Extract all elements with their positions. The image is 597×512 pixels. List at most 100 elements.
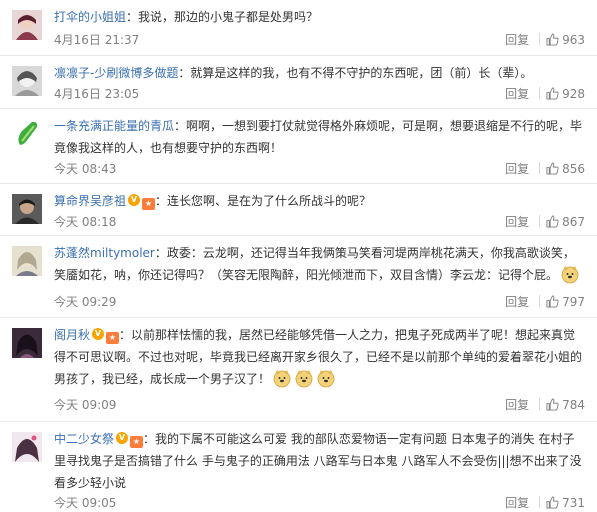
reply-button[interactable]: 回复 (505, 213, 529, 231)
thumbs-up-icon (546, 162, 559, 175)
comment-meta: 今天 09:29 回复 797 (54, 293, 585, 311)
colon-separator: ： (143, 432, 156, 446)
comment-body: 阁月秋 V ★ ：以前那样怯懦的我，居然已经能够凭借一人之力，把鬼子死成两半了呢！想起… (54, 324, 585, 390)
vip-badge[interactable]: V (116, 432, 129, 444)
like-count: 856 (562, 162, 585, 176)
comment-actions: 回复 731 (505, 494, 585, 512)
comment-meta: 今天 09:09 回复 784 (54, 396, 585, 414)
action-divider (539, 496, 541, 508)
action-divider (539, 87, 541, 99)
like-button[interactable]: 731 (546, 496, 585, 510)
comment-item: 打伞的小姐姐：我说，那边的小鬼子都是处男吗？ 4月16日 21:37 回复 963 (0, 0, 597, 56)
avatar[interactable] (12, 432, 42, 462)
thumbs-up-icon (546, 33, 559, 46)
comment-body: 一条充满正能量的青瓜：啊啊，一想到要打仗就觉得格外麻烦呢，可是啊，想要退缩是不行… (54, 115, 585, 159)
comment-item: 算命界吴彦祖 V ★ ：连长您啊、是在为了什么所战斗的呢？ 今天 08:18 回复 86… (0, 184, 597, 236)
reply-button[interactable]: 回复 (505, 396, 529, 414)
comment-list: 打伞的小姐姐：我说，那边的小鬼子都是处男吗？ 4月16日 21:37 回复 963… (0, 0, 597, 510)
action-divider (539, 33, 541, 45)
comment-time: 今天 08:43 (54, 162, 117, 176)
comment-item: 阁月秋 V ★ ：以前那样怯懦的我，居然已经能够凭借一人之力，把鬼子死成两半了呢！想起… (0, 318, 597, 422)
colon-separator: ： (154, 246, 167, 260)
like-count: 731 (562, 496, 585, 510)
comment-text: 连长您啊、是在为了什么所战斗的呢？ (167, 194, 372, 208)
comment-meta: 4月16日 21:37 回复 963 (54, 31, 585, 49)
thumbs-up-icon (546, 496, 559, 509)
doge-emoji-icon (295, 370, 313, 388)
comment-actions: 回复 784 (505, 396, 585, 414)
level-badge[interactable]: ★ (130, 436, 144, 448)
like-count: 784 (562, 398, 585, 412)
level-badge[interactable]: ★ (106, 332, 120, 344)
comment-body: 苏蓬然miltymoler：政委：云龙啊，还记得当年我俩策马笑看河堤两岸桃花满天… (54, 242, 585, 286)
reply-button[interactable]: 回复 (505, 494, 529, 512)
comment-item: 一条充满正能量的青瓜：啊啊，一想到要打仗就觉得格外麻烦呢，可是啊，想要退缩是不行… (0, 109, 597, 184)
comment-item: 苏蓬然miltymoler：政委：云龙啊，还记得当年我俩策马笑看河堤两岸桃花满天… (0, 236, 597, 318)
like-count: 867 (562, 215, 585, 229)
colon-separator: ： (126, 10, 139, 24)
colon-separator: ： (119, 328, 132, 342)
avatar[interactable] (12, 194, 42, 224)
like-button[interactable]: 867 (546, 215, 585, 229)
comment-meta: 今天 08:43 回复 856 (54, 160, 585, 178)
comment-actions: 回复 856 (505, 160, 585, 178)
colon-separator: ： (155, 194, 168, 208)
comment-actions: 回复 963 (505, 31, 585, 49)
reply-button[interactable]: 回复 (505, 293, 529, 311)
comment-item: 中二少女祭 V ★ ：我的下属不可能这么可爱 我的部队恋爱物语一定有问题 日本鬼子的消… (0, 422, 597, 510)
thumbs-up-icon (546, 215, 559, 228)
thumbs-up-icon (546, 87, 559, 100)
username-link[interactable]: 一条充满正能量的青瓜 (54, 119, 174, 133)
reply-button[interactable]: 回复 (505, 85, 529, 103)
username-link[interactable]: 苏蓬然miltymoler (54, 246, 155, 260)
username-link[interactable]: 凛凛子-少刷微博多做题 (54, 66, 178, 80)
comment-text: 我说，那边的小鬼子都是处男吗？ (138, 10, 319, 24)
action-divider (539, 295, 541, 307)
colon-separator: ： (178, 66, 191, 80)
like-button[interactable]: 928 (546, 87, 585, 101)
reply-button[interactable]: 回复 (505, 31, 529, 49)
comment-text: 就算是这样的我，也有不得不守护的东西呢，团（前）长（辈）。 (190, 66, 533, 80)
avatar[interactable] (12, 66, 42, 96)
doge-emoji-icon (561, 266, 579, 284)
comment-time: 今天 09:05 (54, 496, 117, 510)
comment-body: 中二少女祭 V ★ ：我的下属不可能这么可爱 我的部队恋爱物语一定有问题 日本鬼子的消… (54, 428, 585, 494)
comment-time: 今天 08:18 (54, 215, 117, 229)
comment-actions: 回复 867 (505, 213, 585, 231)
action-divider (539, 398, 541, 410)
reply-button[interactable]: 回复 (505, 160, 529, 178)
level-badge[interactable]: ★ (142, 198, 156, 210)
thumbs-up-icon (546, 398, 559, 411)
vip-badge[interactable]: V (128, 194, 141, 206)
comment-time: 4月16日 23:05 (54, 87, 140, 101)
comment-item: 凛凛子-少刷微博多做题：就算是这样的我，也有不得不守护的东西呢，团（前）长（辈）… (0, 56, 597, 109)
username-link[interactable]: 打伞的小姐姐 (54, 10, 126, 24)
comment-actions: 回复 928 (505, 85, 585, 103)
action-divider (539, 162, 541, 174)
username-link[interactable]: 阁月秋 (54, 328, 90, 342)
comment-actions: 回复 797 (505, 293, 585, 311)
avatar[interactable] (12, 246, 42, 276)
comment-meta: 4月16日 23:05 回复 928 (54, 85, 585, 103)
comment-meta: 今天 08:18 回复 867 (54, 213, 585, 231)
like-count: 963 (562, 33, 585, 47)
comment-meta: 今天 09:05 回复 731 (54, 494, 585, 512)
comment-body: 算命界吴彦祖 V ★ ：连长您啊、是在为了什么所战斗的呢？ (54, 190, 585, 212)
like-button[interactable]: 856 (546, 162, 585, 176)
comment-body: 凛凛子-少刷微博多做题：就算是这样的我，也有不得不守护的东西呢，团（前）长（辈）… (54, 62, 585, 84)
doge-emoji-icon (273, 370, 291, 388)
username-link[interactable]: 算命界吴彦祖 (54, 194, 126, 208)
avatar[interactable] (12, 328, 42, 358)
avatar[interactable] (12, 10, 42, 40)
avatar[interactable] (12, 119, 42, 149)
like-button[interactable]: 797 (546, 295, 585, 309)
like-count: 797 (562, 295, 585, 309)
colon-separator: ： (174, 119, 187, 133)
comment-time: 今天 09:29 (54, 295, 117, 309)
like-count: 928 (562, 87, 585, 101)
username-link[interactable]: 中二少女祭 (54, 432, 114, 446)
like-button[interactable]: 963 (546, 33, 585, 47)
like-button[interactable]: 784 (546, 398, 585, 412)
comment-time: 今天 09:09 (54, 398, 117, 412)
vip-badge[interactable]: V (92, 328, 105, 340)
